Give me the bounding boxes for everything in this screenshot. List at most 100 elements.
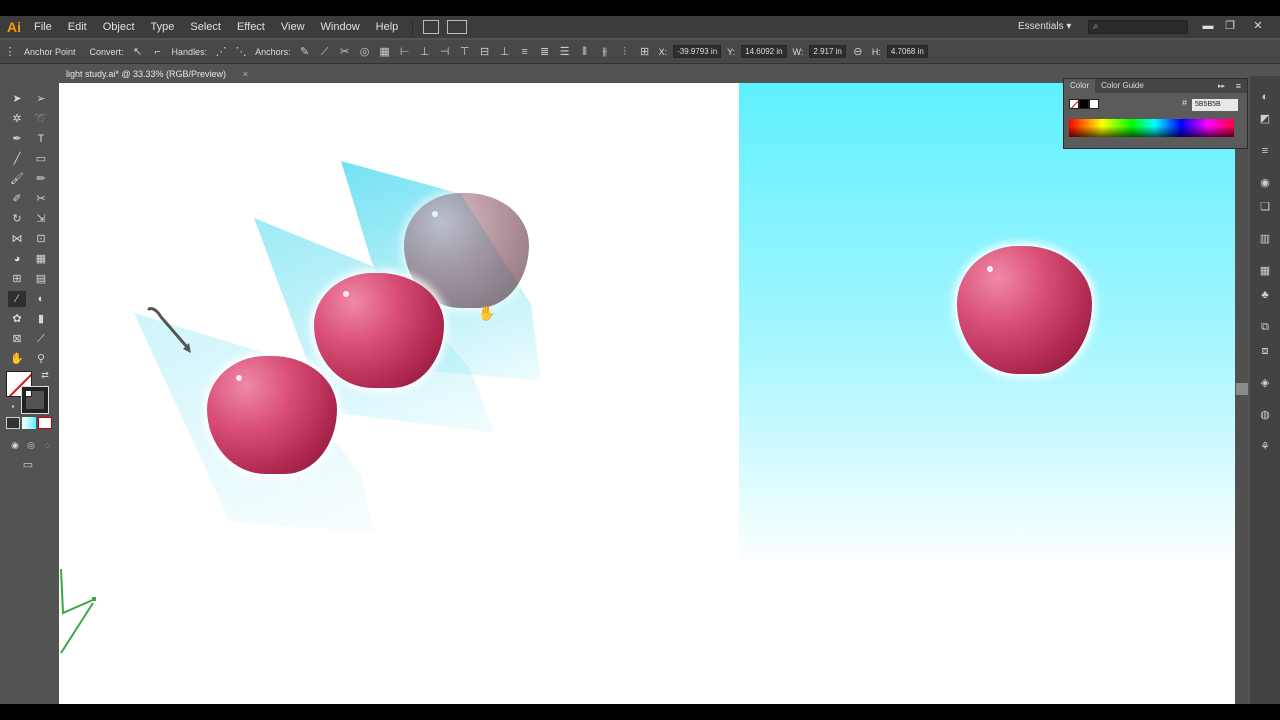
width-field[interactable]: 2.917 in — [809, 45, 846, 58]
draw-inside-icon[interactable]: ◌ — [38, 437, 56, 453]
rotate-icon[interactable]: ↻ — [8, 211, 26, 227]
hand-icon[interactable]: ✋ — [8, 351, 26, 367]
y-position-field[interactable]: 14.6092 in — [741, 45, 787, 58]
menu-effect[interactable]: Effect — [229, 16, 273, 38]
hide-handles-icon[interactable]: ⋱ — [233, 45, 249, 59]
layers-panel-icon[interactable]: ◈ — [1257, 376, 1273, 390]
stroke-swatch[interactable] — [21, 386, 49, 414]
restore-icon[interactable]: ❐ — [1220, 16, 1240, 38]
workspace-switcher[interactable]: Essentials ▾ — [1018, 16, 1071, 38]
default-colors-icon[interactable]: ▪ — [4, 399, 22, 415]
connect-endpoints-icon[interactable]: ⟋ — [317, 45, 333, 59]
menu-help[interactable]: Help — [368, 16, 407, 38]
align-right-icon[interactable]: ⊣ — [437, 45, 453, 59]
document-tab-close-icon[interactable]: × — [243, 66, 248, 83]
swap-fill-stroke-icon[interactable]: ⇄ — [36, 367, 54, 383]
color-guide-icon[interactable]: ◩ — [1257, 112, 1273, 126]
remove-anchor-icon[interactable]: ✎ — [297, 45, 313, 59]
distribute-top-icon[interactable]: ≡ — [517, 45, 533, 59]
graphic-styles-icon[interactable]: ❑ — [1257, 200, 1273, 214]
free-transform-icon[interactable]: ⊡ — [32, 231, 50, 247]
help-search-input[interactable]: ⌕ — [1088, 20, 1188, 34]
canvas[interactable]: ✋ — [59, 83, 1235, 704]
artboard-icon[interactable]: ⊠ — [8, 331, 26, 347]
height-field[interactable]: 4.7068 in — [886, 45, 928, 58]
selection-icon[interactable]: ➤ — [8, 91, 26, 107]
symbol-sprayer-icon[interactable]: ✿ — [8, 311, 26, 327]
type-icon[interactable]: T — [32, 131, 50, 147]
menu-edit[interactable]: Edit — [60, 16, 95, 38]
color-spectrum[interactable] — [1069, 119, 1234, 137]
direct-selection-icon[interactable]: ➢ — [32, 91, 50, 107]
hex-value-field[interactable]: 5B5B5B — [1192, 99, 1238, 111]
stroke-panel-icon[interactable]: ≡ — [1257, 144, 1273, 158]
column-graph-icon[interactable]: ▮ — [32, 311, 50, 327]
shape-builder-icon[interactable]: ◕ — [8, 251, 26, 267]
color-panel-icon[interactable]: ◐ — [1257, 90, 1273, 104]
panel-expand-icon[interactable]: ▸▸ — [1218, 82, 1225, 90]
scale-icon[interactable]: ⇲ — [32, 211, 50, 227]
convert-to-corner-icon[interactable]: ↖ — [130, 45, 146, 59]
none-swatch[interactable] — [1069, 99, 1079, 109]
tab-color-guide[interactable]: Color Guide — [1095, 79, 1150, 93]
pen-icon[interactable]: ✒ — [8, 131, 26, 147]
x-position-field[interactable]: -39.9793 in — [673, 45, 722, 58]
appearance-panel-icon[interactable]: ◉ — [1257, 176, 1273, 190]
gradient-icon[interactable]: ▤ — [32, 271, 50, 287]
cut-path-icon[interactable]: ✂ — [337, 45, 353, 59]
menu-object[interactable]: Object — [95, 16, 143, 38]
distribute-right-icon[interactable]: ⫶ — [617, 45, 633, 59]
distribute-left-icon[interactable]: ⫴ — [577, 45, 593, 59]
swatches-panel-icon[interactable]: ▦ — [1257, 264, 1273, 278]
show-handles-icon[interactable]: ⋰ — [213, 45, 229, 59]
artboards-panel-icon[interactable]: ◍ — [1257, 408, 1273, 422]
bridge-icon[interactable] — [423, 20, 440, 34]
tab-color[interactable]: Color — [1064, 79, 1096, 93]
menu-file[interactable]: File — [26, 16, 60, 38]
selected-path-fragment[interactable] — [59, 563, 99, 658]
transform-panel-icon[interactable]: ⧉ — [1257, 320, 1273, 334]
zoom-icon[interactable]: ⚲ — [32, 351, 50, 367]
distribute-hcenter-icon[interactable]: ⫵ — [597, 45, 613, 59]
menu-select[interactable]: Select — [182, 16, 229, 38]
distribute-vcenter-icon[interactable]: ≣ — [537, 45, 553, 59]
line-icon[interactable]: ╱ — [8, 151, 26, 167]
lasso-icon[interactable]: ➰ — [32, 111, 50, 127]
black-swatch[interactable] — [1079, 99, 1089, 109]
isolate-object-icon[interactable]: ◎ — [357, 45, 373, 59]
menu-type[interactable]: Type — [143, 16, 183, 38]
panel-menu-icon[interactable]: ≡ — [1236, 81, 1241, 91]
width-icon[interactable]: ⋈ — [8, 231, 26, 247]
align-to-icon[interactable]: ▦ — [377, 45, 393, 59]
symbols-panel-icon[interactable]: ♣ — [1257, 288, 1273, 302]
white-swatch[interactable] — [1089, 99, 1099, 109]
distribute-bottom-icon[interactable]: ☰ — [557, 45, 573, 59]
align-bottom-icon[interactable]: ⊥ — [497, 45, 513, 59]
align-hcenter-icon[interactable]: ⊥ — [417, 45, 433, 59]
color-mode-icon[interactable] — [6, 417, 20, 429]
perspective-grid-icon[interactable]: ▦ — [32, 251, 50, 267]
rectangle-icon[interactable]: ▭ — [32, 151, 50, 167]
eraser-icon[interactable]: ✂ — [32, 191, 50, 207]
align-vcenter-icon[interactable]: ⊟ — [477, 45, 493, 59]
pencil-icon[interactable]: ✏ — [32, 171, 50, 187]
none-mode-icon[interactable] — [38, 417, 52, 429]
gradient-panel-icon[interactable]: ▥ — [1257, 232, 1273, 246]
menu-window[interactable]: Window — [313, 16, 368, 38]
paintbrush-icon[interactable]: 🖌 — [8, 171, 26, 187]
mesh-icon[interactable]: ⊞ — [8, 271, 26, 287]
brushes-panel-icon[interactable]: ⚘ — [1257, 440, 1273, 454]
convert-to-smooth-icon[interactable]: ⌐ — [150, 45, 166, 59]
close-icon[interactable]: ✕ — [1248, 16, 1268, 38]
blob-brush-icon[interactable]: ✐ — [8, 191, 26, 207]
screen-mode-icon[interactable]: ▭ — [18, 457, 38, 473]
vertical-scrollbar-thumb[interactable] — [1236, 383, 1248, 395]
constrain-proportions-icon[interactable]: ⊖ — [850, 45, 866, 59]
slice-icon[interactable]: ⟋ — [32, 331, 50, 347]
magic-wand-icon[interactable]: ✲ — [8, 111, 26, 127]
menu-view[interactable]: View — [273, 16, 313, 38]
blend-icon[interactable]: ◐ — [32, 291, 50, 307]
gradient-mode-icon[interactable] — [22, 417, 36, 429]
minimize-icon[interactable]: ▬ — [1198, 16, 1218, 38]
align-left-icon[interactable]: ⊢ — [397, 45, 413, 59]
